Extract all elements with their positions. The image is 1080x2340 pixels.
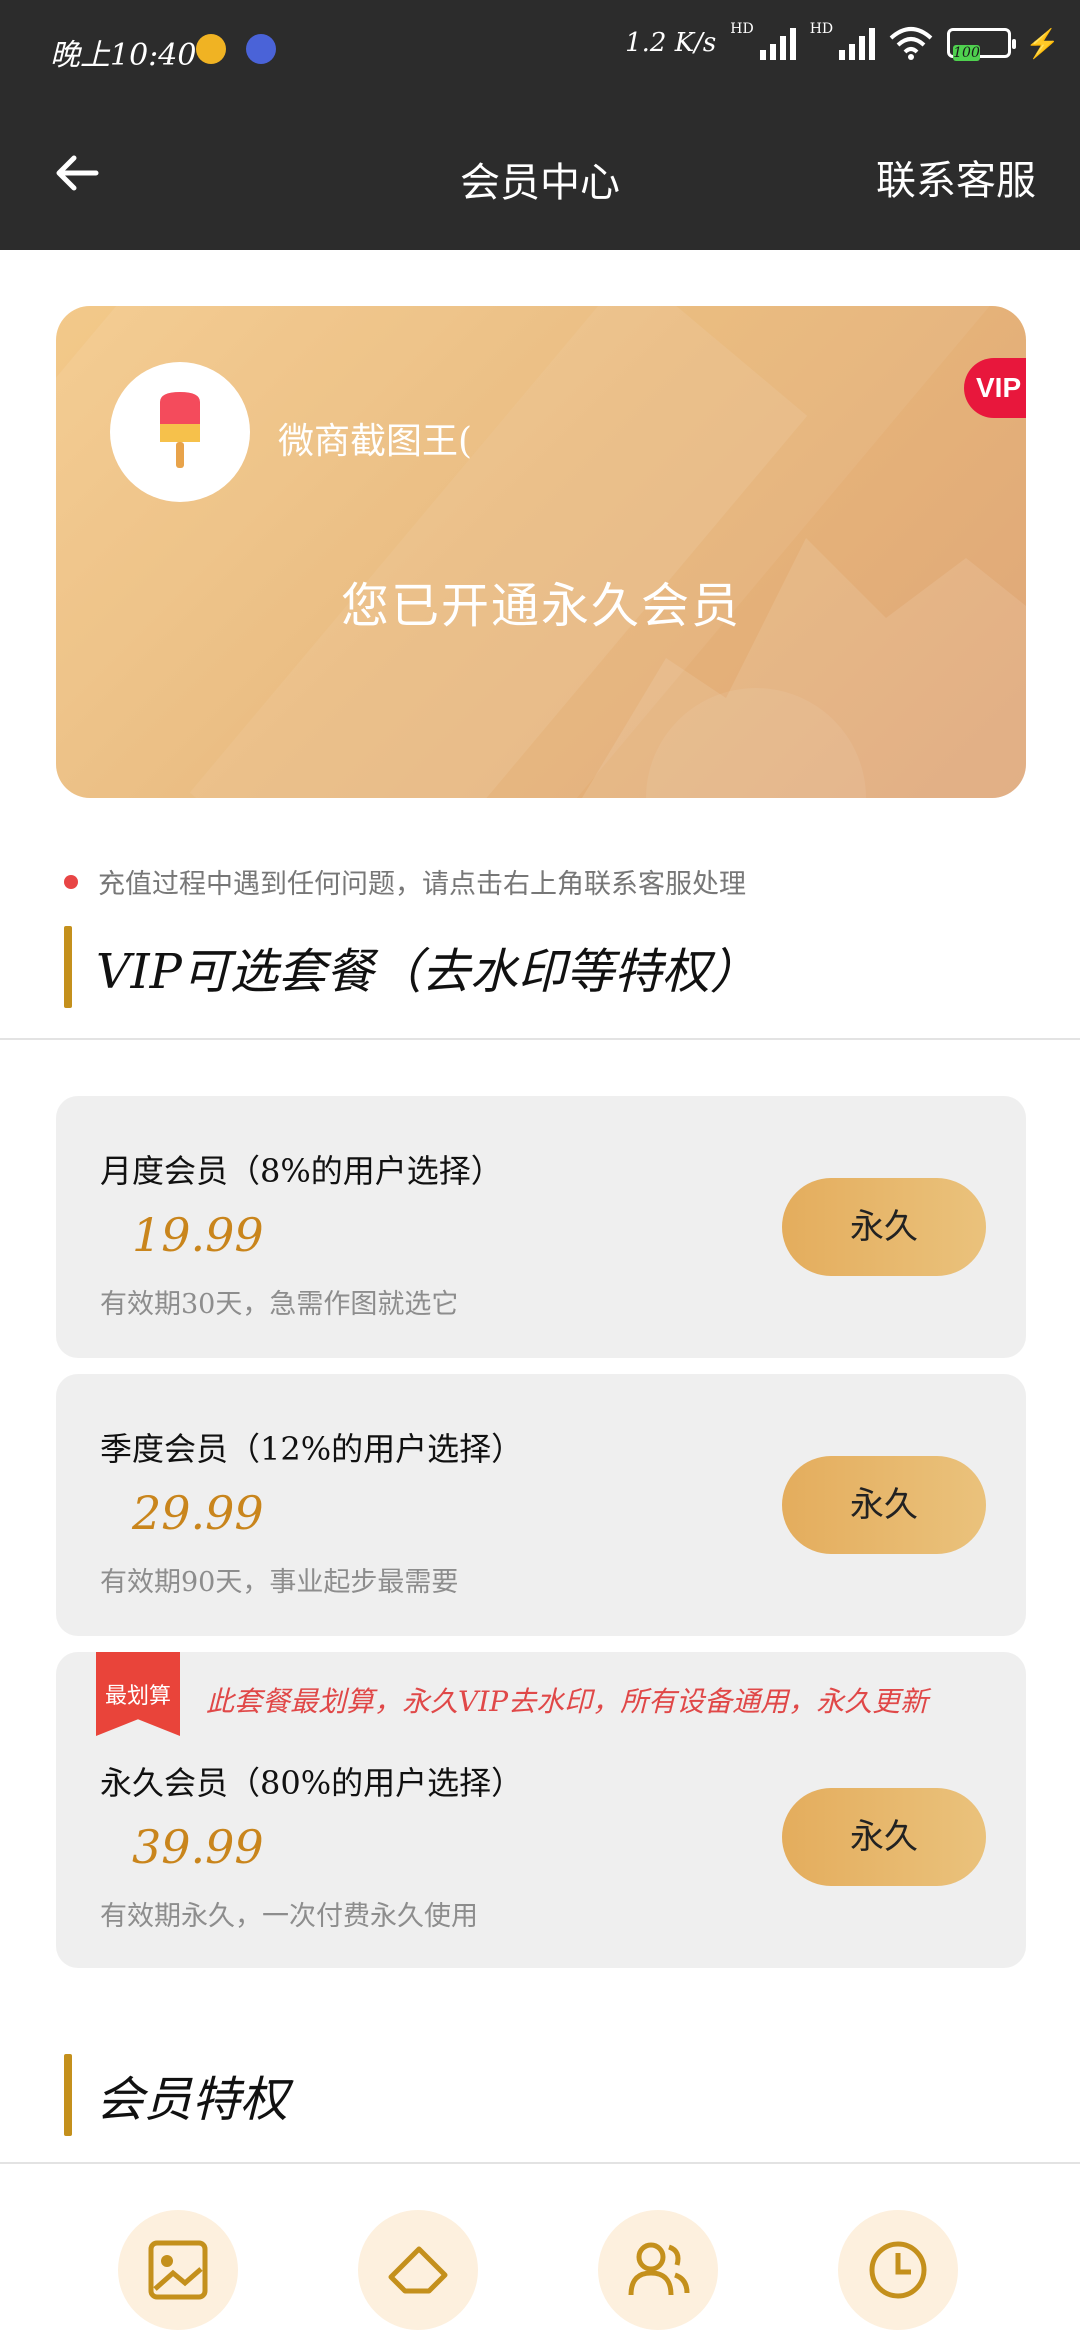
battery-level: 100	[953, 45, 980, 61]
plans-heading: VIP可选套餐（去水印等特权）	[64, 926, 758, 1008]
privileges-heading: 会员特权	[64, 2054, 288, 2136]
plan-description: 有效期90天，事业起步最需要	[100, 1567, 459, 1598]
vip-badge: VIP	[964, 358, 1026, 418]
status-time: 晚上10:40	[50, 38, 197, 73]
best-value-note: 此套餐最划算，永久VIP去水印，所有设备通用，永久更新	[206, 1685, 929, 1718]
card-background-shape	[582, 538, 1026, 798]
clock-icon	[869, 2241, 927, 2299]
network-speed: 1.2 K/s	[625, 28, 717, 58]
plan-description: 有效期30天，急需作图就选它	[100, 1289, 459, 1320]
app-notification-icon	[246, 34, 276, 64]
signal-icon	[759, 26, 796, 60]
notification-icon	[196, 34, 226, 64]
buy-button-quarterly[interactable]: 永久	[782, 1456, 986, 1554]
plans-heading-text: VIP可选套餐（去水印等特权）	[96, 944, 758, 1000]
status-indicators: 1.2 K/s HD HD 100 ⚡	[625, 21, 1060, 61]
wifi-icon	[889, 27, 933, 60]
eraser-icon	[388, 2246, 448, 2294]
plan-card-monthly[interactable]: 月度会员（8%的用户选择） 19.99 有效期30天，急需作图就选它 永久	[56, 1096, 1026, 1358]
plan-name: 永久会员（80%的用户选择）	[100, 1764, 524, 1802]
notice: 充值过程中遇到任何问题，请点击右上角联系客服处理	[64, 862, 746, 901]
status-bar: 晚上10:40 1.2 K/s HD HD 100 ⚡	[0, 0, 1080, 100]
contact-service-button[interactable]: 联系客服	[876, 148, 1036, 206]
username: 微商截图王(	[278, 421, 473, 462]
hd-label-2: HD	[809, 21, 834, 37]
privilege-users-icon[interactable]	[598, 2210, 718, 2330]
plan-card-quarterly[interactable]: 季度会员（12%的用户选择） 29.99 有效期90天，事业起步最需要 永久	[56, 1374, 1026, 1636]
popsicle-icon	[160, 392, 200, 468]
hd-label: HD	[730, 21, 754, 37]
signal-icon-2	[839, 26, 876, 60]
notice-text: 充值过程中遇到任何问题，请点击右上角联系客服处理	[98, 869, 746, 900]
top-bar: 会员中心 联系客服	[0, 100, 1080, 250]
plan-name: 月度会员（8%的用户选择）	[100, 1152, 503, 1190]
image-icon	[148, 2240, 208, 2300]
plan-price: 39.99	[132, 1820, 264, 1874]
privilege-image-icon[interactable]	[118, 2210, 238, 2330]
users-icon	[628, 2242, 690, 2296]
heading-accent-bar	[64, 2054, 72, 2136]
privilege-eraser-icon[interactable]	[358, 2210, 478, 2330]
buy-button-lifetime[interactable]: 永久	[782, 1788, 986, 1886]
plan-description: 有效期永久，一次付费永久使用	[100, 1901, 478, 1932]
best-value-tag: 最划算	[96, 1652, 180, 1736]
vip-status: 您已开通永久会员	[340, 578, 741, 634]
plan-name: 季度会员（12%的用户选择）	[100, 1430, 524, 1468]
avatar[interactable]	[110, 362, 250, 502]
battery-icon: 100	[947, 28, 1017, 61]
plan-price: 29.99	[132, 1486, 264, 1540]
notice-dot-icon	[64, 874, 78, 889]
vip-card: 微商截图王( VIP 您已开通永久会员	[56, 306, 1026, 798]
buy-button-monthly[interactable]: 永久	[782, 1178, 986, 1276]
charging-icon: ⚡	[1025, 26, 1060, 60]
divider	[0, 2162, 1080, 2164]
privilege-clock-icon[interactable]	[838, 2210, 958, 2330]
heading-accent-bar	[64, 926, 72, 1008]
plan-card-lifetime[interactable]: 最划算 此套餐最划算，永久VIP去水印，所有设备通用，永久更新 永久会员（80%…	[56, 1652, 1026, 1968]
privileges-heading-text: 会员特权	[96, 2072, 289, 2128]
plan-price: 19.99	[132, 1208, 264, 1262]
divider	[0, 1038, 1080, 1040]
